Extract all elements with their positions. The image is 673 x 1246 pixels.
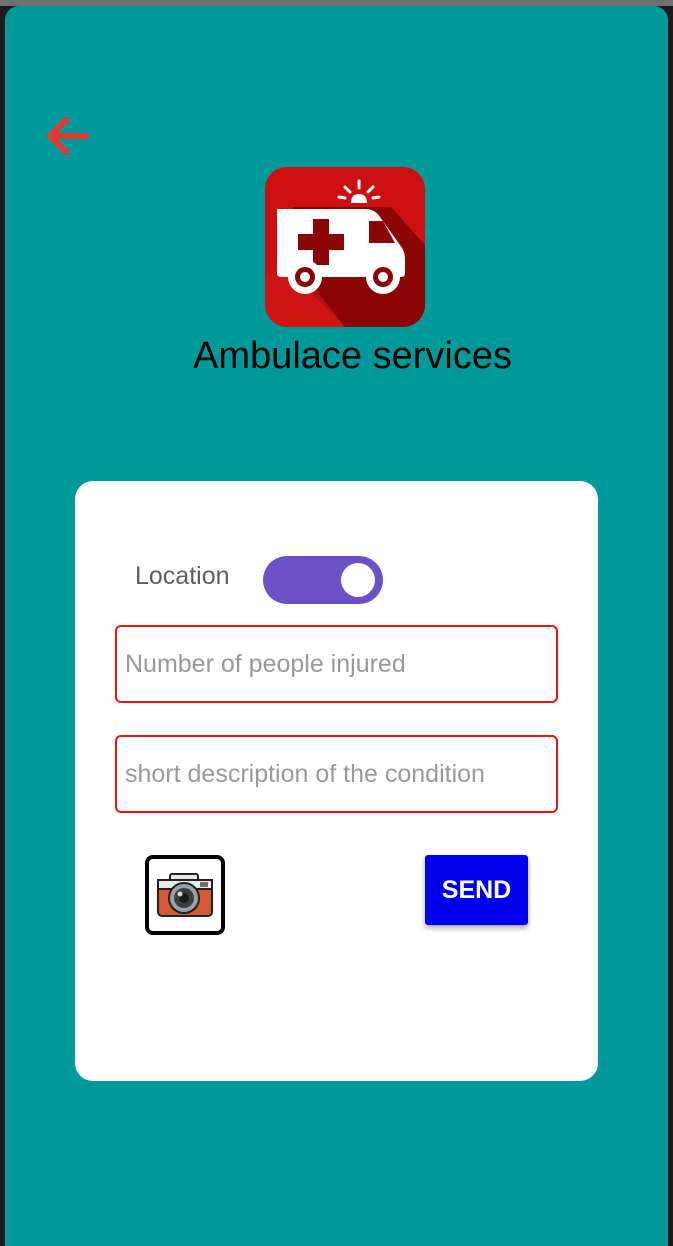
- request-form-card: Location SEND: [75, 481, 598, 1081]
- app-screen: Ambulace services Location SEND: [5, 6, 668, 1246]
- ambulance-logo: [265, 167, 425, 327]
- send-button[interactable]: SEND: [425, 855, 528, 925]
- back-button[interactable]: [41, 114, 93, 158]
- location-label: Location: [135, 562, 230, 590]
- location-toggle[interactable]: [263, 556, 383, 604]
- arrow-left-icon: [47, 117, 89, 155]
- ambulance-icon: [265, 167, 425, 327]
- toggle-knob: [341, 563, 375, 597]
- condition-description-input[interactable]: [115, 735, 558, 813]
- camera-button[interactable]: [145, 855, 225, 935]
- injured-count-input[interactable]: [115, 625, 558, 703]
- page-title: Ambulace services: [193, 335, 512, 377]
- camera-icon: [157, 873, 213, 917]
